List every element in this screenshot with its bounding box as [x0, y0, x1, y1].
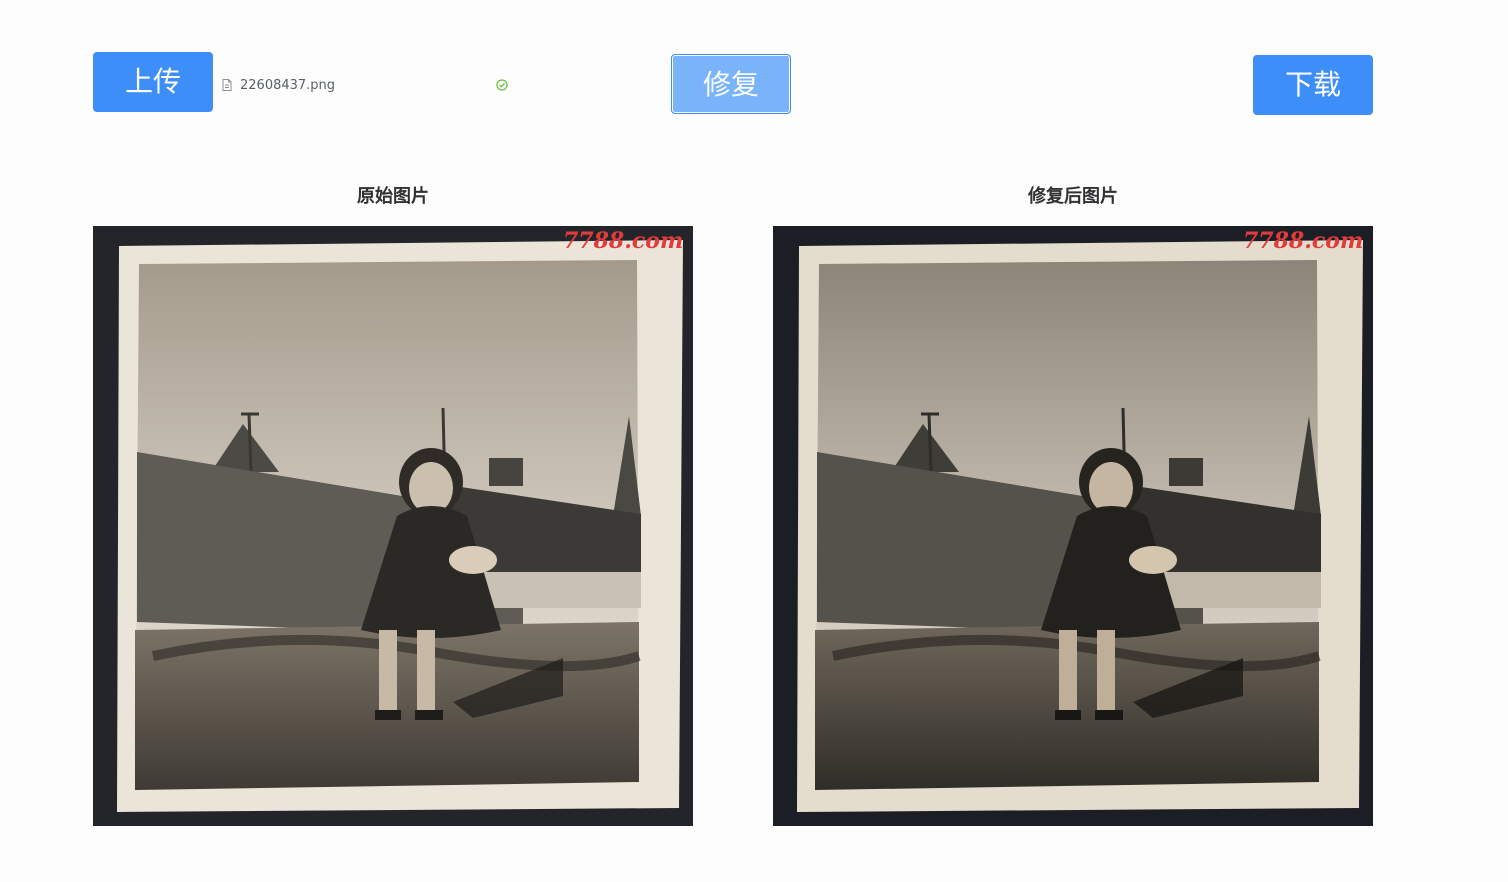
- original-image-caption: 原始图片: [357, 186, 429, 207]
- restored-image-caption: 修复后图片: [1028, 186, 1118, 207]
- upload-button[interactable]: 上传: [93, 52, 213, 112]
- watermark: 7788.com: [1243, 228, 1363, 254]
- file-name: 22608437.png: [240, 77, 336, 93]
- original-image: 7788.com: [93, 226, 693, 826]
- restoration-page: 上传 22608437.png 修复 下载 原始图片 修复后图片 7788.co…: [0, 0, 1508, 882]
- repair-button[interactable]: 修复: [671, 54, 791, 114]
- watermark: 7788.com: [563, 228, 683, 254]
- document-icon: [220, 78, 234, 92]
- uploaded-file-item[interactable]: 22608437.png: [220, 74, 510, 96]
- download-button[interactable]: 下载: [1253, 55, 1373, 115]
- circle-check-icon: [496, 79, 508, 91]
- restored-image: 7788.com: [773, 226, 1373, 826]
